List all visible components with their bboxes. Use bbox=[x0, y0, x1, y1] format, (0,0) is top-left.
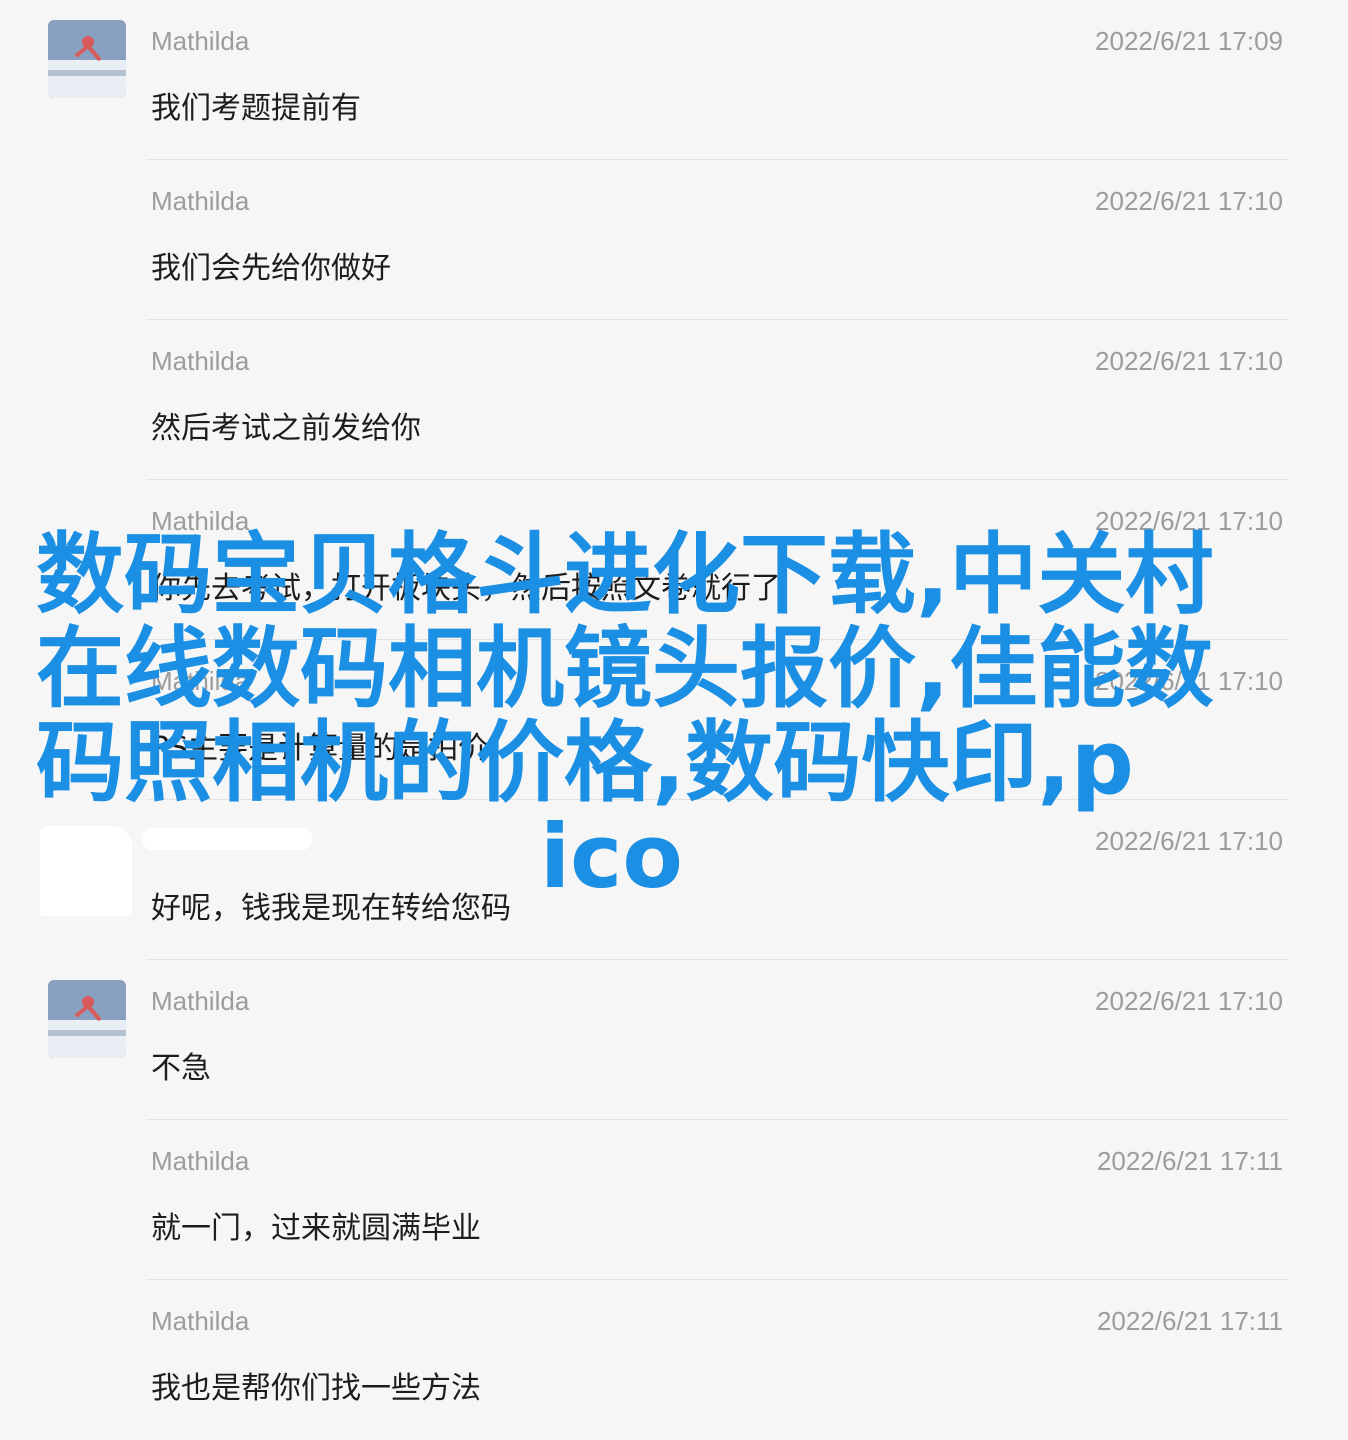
message-text: 我们考题提前有 bbox=[151, 91, 361, 126]
timestamp: 2022/6/21 17:09 bbox=[1095, 26, 1283, 56]
sender-name: Mathilda bbox=[151, 26, 250, 56]
message-item[interactable]: Mathilda 2022/6/21 17:11 我也是帮你们找一些方法 bbox=[0, 1280, 1348, 1440]
timestamp: 2022/6/21 17:11 bbox=[1096, 1146, 1283, 1176]
sender-name: Mathilda bbox=[151, 186, 250, 216]
overlay-headline: 数码宝贝格斗进化下载,中关村在线数码相机镜头报价,佳能数码照相机的价格,数码快印… bbox=[36, 528, 1286, 904]
message-item[interactable]: Mathilda 2022/6/21 17:09 我们考题提前有 bbox=[0, 0, 1348, 160]
sender-name: Mathilda bbox=[151, 986, 250, 1016]
avatar[interactable] bbox=[48, 20, 126, 98]
message-text: 然后考试之前发给你 bbox=[151, 411, 421, 446]
sender-name: Mathilda bbox=[151, 1306, 250, 1336]
overlay-headline-line1: 数码宝贝格斗进化下载,中关村在线数码相机镜头报价,佳能数码照相机的价格,数码快印… bbox=[36, 523, 1214, 814]
sender-name: Mathilda bbox=[151, 1146, 250, 1176]
message-text: 不急 bbox=[151, 1051, 211, 1086]
overlay-headline-line2: ico bbox=[540, 805, 683, 908]
timestamp: 2022/6/21 17:10 bbox=[1095, 186, 1283, 216]
avatar[interactable] bbox=[48, 980, 126, 1058]
message-text: 我也是帮你们找一些方法 bbox=[151, 1371, 481, 1406]
timestamp: 2022/6/21 17:11 bbox=[1096, 1306, 1283, 1336]
message-item[interactable]: Mathilda 2022/6/21 17:10 不急 bbox=[0, 960, 1348, 1120]
timestamp: 2022/6/21 17:10 bbox=[1095, 986, 1283, 1016]
sender-name: Mathilda bbox=[151, 346, 250, 376]
message-text: 我们会先给你做好 bbox=[151, 251, 391, 286]
message-item[interactable]: Mathilda 2022/6/21 17:10 我们会先给你做好 bbox=[0, 160, 1348, 320]
message-item[interactable]: Mathilda 2022/6/21 17:11 就一门，过来就圆满毕业 bbox=[0, 1120, 1348, 1280]
message-item[interactable]: Mathilda 2022/6/21 17:10 然后考试之前发给你 bbox=[0, 320, 1348, 480]
timestamp: 2022/6/21 17:10 bbox=[1095, 346, 1283, 376]
message-text: 就一门，过来就圆满毕业 bbox=[151, 1211, 481, 1246]
